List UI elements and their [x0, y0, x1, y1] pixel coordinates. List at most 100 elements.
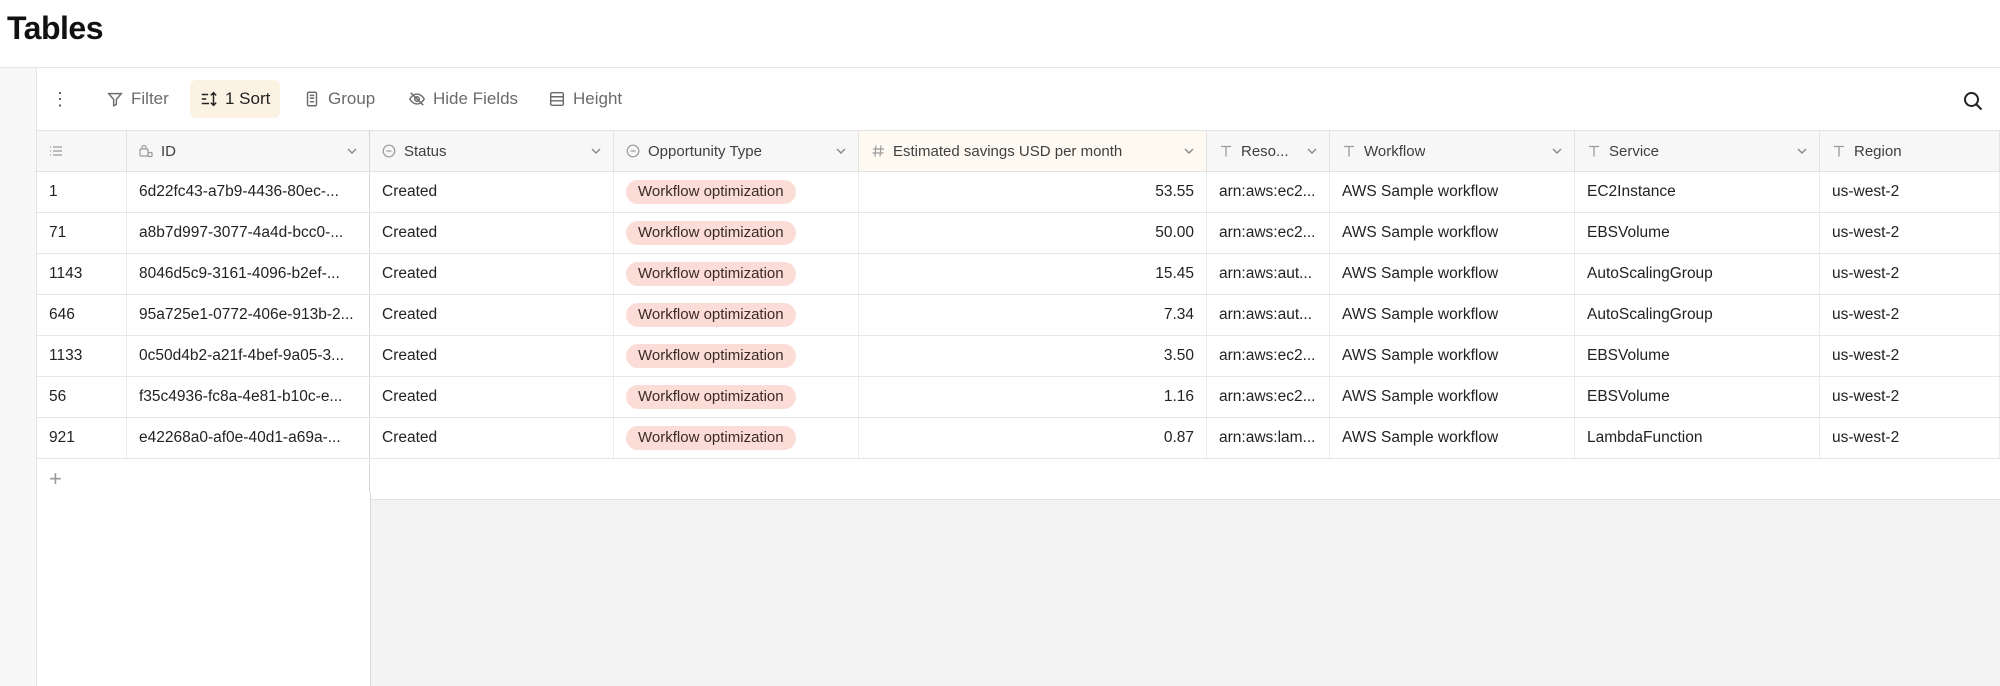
cell-service[interactable]: AutoScalingGroup: [1575, 295, 1820, 335]
opportunity-type-tag: Workflow optimization: [626, 303, 796, 327]
column-header-savings[interactable]: Estimated savings USD per month: [859, 131, 1207, 171]
cell-type[interactable]: Workflow optimization: [614, 418, 859, 458]
column-header-workflow[interactable]: Workflow: [1330, 131, 1575, 171]
height-button[interactable]: Height: [538, 80, 632, 118]
cell-service[interactable]: EBSVolume: [1575, 213, 1820, 253]
cell-rownum[interactable]: 921: [37, 418, 127, 458]
cell-id[interactable]: a8b7d997-3077-4a4d-bcc0-...: [127, 213, 370, 253]
chevron-down-icon[interactable]: [834, 144, 848, 158]
cell-id[interactable]: 6d22fc43-a7b9-4436-80ec-...: [127, 172, 370, 212]
cell-rownum[interactable]: 1: [37, 172, 127, 212]
cell-service[interactable]: AutoScalingGroup: [1575, 254, 1820, 294]
cell-id[interactable]: 95a725e1-0772-406e-913b-2...: [127, 295, 370, 335]
cell-type[interactable]: Workflow optimization: [614, 295, 859, 335]
cell-service[interactable]: EBSVolume: [1575, 377, 1820, 417]
cell-workflow[interactable]: AWS Sample workflow: [1330, 172, 1575, 212]
cell-resource[interactable]: arn:aws:aut...: [1207, 295, 1330, 335]
cell-region[interactable]: us-west-2: [1820, 418, 2000, 458]
table-row[interactable]: 56 f35c4936-fc8a-4e81-b10c-e... Created Wor…: [37, 377, 2000, 418]
cell-status[interactable]: Created: [370, 172, 614, 212]
column-header-label: Opportunity Type: [648, 142, 762, 160]
cell-text: us-west-2: [1832, 429, 1900, 446]
column-header-region[interactable]: Region: [1820, 131, 2000, 171]
cell-text: Created: [382, 429, 438, 446]
cell-resource[interactable]: arn:aws:ec2...: [1207, 377, 1330, 417]
cell-type[interactable]: Workflow optimization: [614, 172, 859, 212]
cell-workflow[interactable]: AWS Sample workflow: [1330, 336, 1575, 376]
table-row[interactable]: 1 6d22fc43-a7b9-4436-80ec-... Created Workf…: [37, 172, 2000, 213]
cell-region[interactable]: us-west-2: [1820, 295, 2000, 335]
group-button[interactable]: Group: [293, 80, 385, 118]
chevron-down-icon[interactable]: [1305, 144, 1319, 158]
cell-workflow[interactable]: AWS Sample workflow: [1330, 377, 1575, 417]
column-header-status[interactable]: Status: [370, 131, 614, 171]
cell-workflow[interactable]: AWS Sample workflow: [1330, 213, 1575, 253]
cell-region[interactable]: us-west-2: [1820, 254, 2000, 294]
cell-rownum[interactable]: 1133: [37, 336, 127, 376]
cell-savings[interactable]: 53.55: [859, 172, 1207, 212]
cell-id[interactable]: e42268a0-af0e-40d1-a69a-...: [127, 418, 370, 458]
filter-button[interactable]: Filter: [96, 80, 179, 118]
cell-region[interactable]: us-west-2: [1820, 377, 2000, 417]
cell-region[interactable]: us-west-2: [1820, 172, 2000, 212]
cell-status[interactable]: Created: [370, 377, 614, 417]
cell-resource[interactable]: arn:aws:ec2...: [1207, 213, 1330, 253]
cell-status[interactable]: Created: [370, 213, 614, 253]
cell-resource[interactable]: arn:aws:ec2...: [1207, 336, 1330, 376]
table-row[interactable]: 1133 0c50d4b2-a21f-4bef-9a05-3... Created W…: [37, 336, 2000, 377]
cell-savings[interactable]: 1.16: [859, 377, 1207, 417]
more-options-icon[interactable]: ⋮: [51, 89, 69, 109]
cell-rownum[interactable]: 646: [37, 295, 127, 335]
column-header-type[interactable]: Opportunity Type: [614, 131, 859, 171]
cell-savings[interactable]: 7.34: [859, 295, 1207, 335]
cell-resource[interactable]: arn:aws:ec2...: [1207, 172, 1330, 212]
chevron-down-icon[interactable]: [345, 144, 359, 158]
cell-service[interactable]: LambdaFunction: [1575, 418, 1820, 458]
column-header-resource[interactable]: Reso...: [1207, 131, 1330, 171]
cell-type[interactable]: Workflow optimization: [614, 254, 859, 294]
cell-type[interactable]: Workflow optimization: [614, 377, 859, 417]
search-icon[interactable]: [1962, 90, 1984, 112]
cell-type[interactable]: Workflow optimization: [614, 336, 859, 376]
cell-resource[interactable]: arn:aws:lam...: [1207, 418, 1330, 458]
cell-rownum[interactable]: 56: [37, 377, 127, 417]
chevron-down-icon[interactable]: [1182, 144, 1196, 158]
column-header-rownum[interactable]: [37, 131, 127, 171]
table-row[interactable]: 646 95a725e1-0772-406e-913b-2... Created Wo…: [37, 295, 2000, 336]
group-icon: [306, 91, 318, 107]
cell-status[interactable]: Created: [370, 295, 614, 335]
cell-workflow[interactable]: AWS Sample workflow: [1330, 254, 1575, 294]
table-row[interactable]: 1143 8046d5c9-3161-4096-b2ef-... Created Wo…: [37, 254, 2000, 295]
hide-fields-button[interactable]: Hide Fields: [398, 80, 528, 118]
cell-service[interactable]: EBSVolume: [1575, 336, 1820, 376]
cell-savings[interactable]: 50.00: [859, 213, 1207, 253]
cell-region[interactable]: us-west-2: [1820, 213, 2000, 253]
cell-status[interactable]: Created: [370, 336, 614, 376]
cell-region[interactable]: us-west-2: [1820, 336, 2000, 376]
cell-service[interactable]: EC2Instance: [1575, 172, 1820, 212]
cell-status[interactable]: Created: [370, 418, 614, 458]
column-header-id[interactable]: ID: [127, 131, 370, 171]
cell-savings[interactable]: 3.50: [859, 336, 1207, 376]
chevron-down-icon[interactable]: [1795, 144, 1809, 158]
cell-savings[interactable]: 0.87: [859, 418, 1207, 458]
cell-id[interactable]: 0c50d4b2-a21f-4bef-9a05-3...: [127, 336, 370, 376]
cell-workflow[interactable]: AWS Sample workflow: [1330, 418, 1575, 458]
cell-id[interactable]: f35c4936-fc8a-4e81-b10c-e...: [127, 377, 370, 417]
sort-button[interactable]: 1 Sort: [190, 80, 281, 118]
cell-type[interactable]: Workflow optimization: [614, 213, 859, 253]
cell-text: arn:aws:ec2...: [1219, 347, 1316, 364]
cell-resource[interactable]: arn:aws:aut...: [1207, 254, 1330, 294]
chevron-down-icon[interactable]: [589, 144, 603, 158]
cell-id[interactable]: 8046d5c9-3161-4096-b2ef-...: [127, 254, 370, 294]
cell-savings[interactable]: 15.45: [859, 254, 1207, 294]
table-row[interactable]: 71 a8b7d997-3077-4a4d-bcc0-... Created Work…: [37, 213, 2000, 254]
column-header-service[interactable]: Service: [1575, 131, 1820, 171]
cell-status[interactable]: Created: [370, 254, 614, 294]
cell-rownum[interactable]: 71: [37, 213, 127, 253]
lock-key-icon: [139, 144, 153, 158]
table-row[interactable]: 921 e42268a0-af0e-40d1-a69a-... Created Wor…: [37, 418, 2000, 459]
chevron-down-icon[interactable]: [1550, 144, 1564, 158]
cell-workflow[interactable]: AWS Sample workflow: [1330, 295, 1575, 335]
cell-rownum[interactable]: 1143: [37, 254, 127, 294]
